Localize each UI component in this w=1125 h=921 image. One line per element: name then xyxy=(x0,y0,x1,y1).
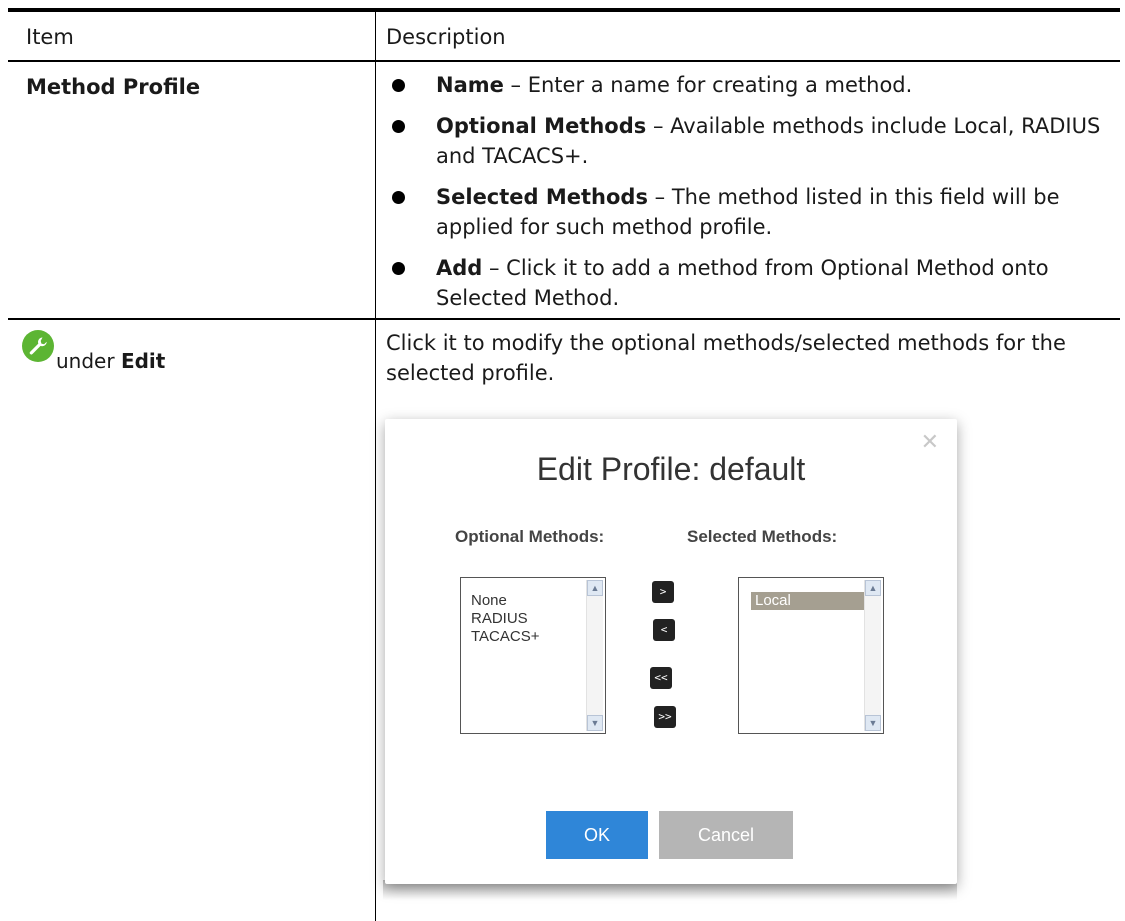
scrollbar[interactable]: ▲ ▼ xyxy=(586,580,603,731)
bullet-name: Name – Enter a name for creating a metho… xyxy=(386,70,1106,100)
optional-methods-list[interactable]: None RADIUS TACACS+ ▲ ▼ xyxy=(460,577,606,734)
dialog-title: Edit Profile: default xyxy=(536,451,806,487)
row-item-method-profile: Method Profile xyxy=(26,75,201,99)
row-item-edit: under Edit xyxy=(56,349,166,373)
header-rule xyxy=(8,60,1120,62)
row-description-edit: Click it to modify the optional methods/… xyxy=(386,331,1066,385)
list-item[interactable]: RADIUS xyxy=(471,610,540,628)
cancel-button[interactable]: Cancel xyxy=(659,811,793,859)
scroll-up-icon[interactable]: ▲ xyxy=(587,580,603,596)
bullet-dot xyxy=(392,79,405,92)
move-left-button[interactable]: < xyxy=(653,619,675,641)
bullet-add: Add – Click it to add a method from Opti… xyxy=(386,253,1106,313)
bullet-optional-methods: Optional Methods – Available methods inc… xyxy=(386,111,1106,171)
ok-button[interactable]: OK xyxy=(546,811,648,859)
scroll-up-icon[interactable]: ▲ xyxy=(865,580,881,596)
list-item[interactable]: Local xyxy=(751,592,867,610)
column-divider xyxy=(375,12,376,921)
selected-methods-list[interactable]: Local ▲ ▼ xyxy=(738,577,884,734)
move-right-button[interactable]: > xyxy=(652,581,674,603)
list-item[interactable]: None xyxy=(471,592,540,610)
bullet-dot xyxy=(392,191,405,204)
scroll-down-icon[interactable]: ▼ xyxy=(865,715,881,731)
edit-profile-dialog: ✕ Edit Profile: default Optional Methods… xyxy=(385,419,957,884)
selected-methods-heading: Selected Methods: xyxy=(687,527,838,546)
move-all-right-button[interactable]: >> xyxy=(654,706,676,728)
bullet-dot xyxy=(392,120,405,133)
method-profile-bullets: Name – Enter a name for creating a metho… xyxy=(386,70,1106,324)
scrollbar[interactable]: ▲ ▼ xyxy=(864,580,881,731)
bullet-selected-methods: Selected Methods – The method listed in … xyxy=(386,182,1106,242)
table-top-rule xyxy=(8,8,1120,12)
list-item[interactable]: TACACS+ xyxy=(471,628,540,646)
header-item: Item xyxy=(26,25,74,49)
wrench-icon xyxy=(22,330,54,362)
bullet-dot xyxy=(392,262,405,275)
header-description: Description xyxy=(386,25,506,49)
scroll-down-icon[interactable]: ▼ xyxy=(587,715,603,731)
optional-methods-heading: Optional Methods: xyxy=(455,527,605,546)
move-all-left-button[interactable]: << xyxy=(650,667,672,689)
